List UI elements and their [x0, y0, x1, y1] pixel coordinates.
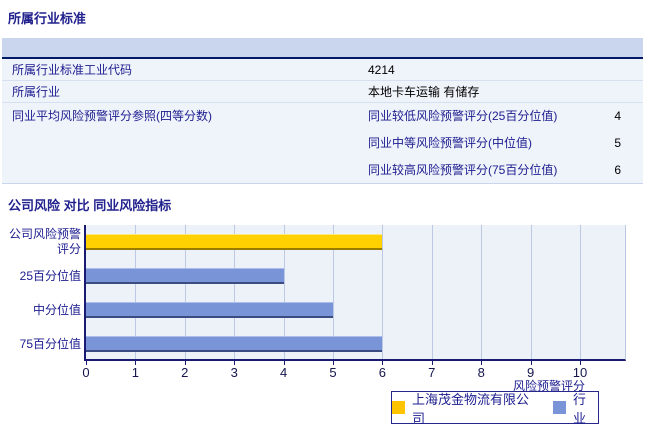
legend-item-company: 上海茂金物流有限公司: [392, 389, 539, 427]
gridline: [431, 225, 433, 359]
row-label: 所属行业: [12, 85, 61, 99]
subrow-label: 同业较高风险预警评分(75百分位值): [368, 163, 558, 177]
table-row-industry: 所属行业 本地卡车运输 有储存: [2, 81, 643, 103]
y-axis-category-label: 75百分位值: [0, 327, 81, 361]
y-axis-category-label: 25百分位值: [0, 259, 81, 293]
y-axis-label-text: 公司风险预警评分: [8, 227, 81, 256]
subrow-25th-percentile: 同业较低风险预警评分(25百分位值) 4: [368, 103, 643, 130]
industry-standard-table: 所属行业标准工业代码 4214 所属行业 本地卡车运输 有储存 同业平均风险预警…: [2, 38, 643, 184]
legend-item-industry: 行业: [552, 389, 598, 427]
table-row-sic-code: 所属行业标准工业代码 4214: [2, 59, 643, 81]
subrow-75th-percentile: 同业较高风险预警评分(75百分位值) 6: [368, 157, 643, 184]
gridline: [481, 225, 483, 359]
chart-plot-area: [84, 225, 626, 361]
row-value: 本地卡车运输 有储存: [368, 85, 480, 99]
chart-legend: 上海茂金物流有限公司 行业: [391, 389, 599, 427]
section-title-risk-comparison: 公司风险 对比 同业风险指标: [8, 198, 172, 213]
subrow-median: 同业中等风险预警评分(中位值) 5: [368, 130, 643, 157]
legend-swatch-company: [392, 401, 405, 414]
y-axis-category-label: 公司风险预警评分: [0, 225, 81, 259]
gridline: [580, 225, 581, 359]
y-axis-label-text: 中分位值: [32, 302, 81, 317]
row-label: 所属行业标准工业代码: [12, 63, 133, 77]
table-row-peer-quartiles: 同业平均风险预警评分参照(四等分数) 同业较低风险预警评分(25百分位值) 4 …: [2, 103, 643, 184]
gridline: [530, 225, 532, 359]
table-header-band: [2, 38, 643, 59]
report-page: 所属行业标准 所属行业标准工业代码 4214 所属行业 本地卡车运输 有储存 同…: [0, 0, 652, 434]
y-axis-label-text: 25百分位值: [19, 268, 81, 283]
subrow-label: 同业中等风险预警评分(中位值): [368, 136, 532, 150]
legend-label: 上海茂金物流有限公司: [412, 391, 530, 426]
y-axis-label-text: 75百分位值: [19, 336, 81, 351]
row-label: 同业平均风险预警评分参照(四等分数): [12, 109, 212, 123]
row-value: 4214: [368, 62, 395, 77]
y-axis-category-label: 中分位值: [0, 293, 81, 327]
chart-bar: [86, 336, 383, 352]
legend-label: 行业: [572, 391, 586, 426]
chart-bar: [86, 268, 284, 284]
chart-bar: [86, 302, 333, 318]
subrow-label: 同业较低风险预警评分(25百分位值): [368, 109, 558, 123]
subrow-value: 6: [614, 163, 621, 177]
subrow-value: 5: [614, 136, 621, 150]
legend-swatch-industry: [552, 401, 566, 414]
section-title-industry-standard: 所属行业标准: [8, 11, 87, 26]
chart-bar: [86, 234, 383, 250]
gridline: [382, 225, 384, 359]
subrow-value: 4: [614, 109, 621, 123]
quartile-subrows: 同业较低风险预警评分(25百分位值) 4 同业中等风险预警评分(中位值) 5 同…: [368, 103, 643, 184]
